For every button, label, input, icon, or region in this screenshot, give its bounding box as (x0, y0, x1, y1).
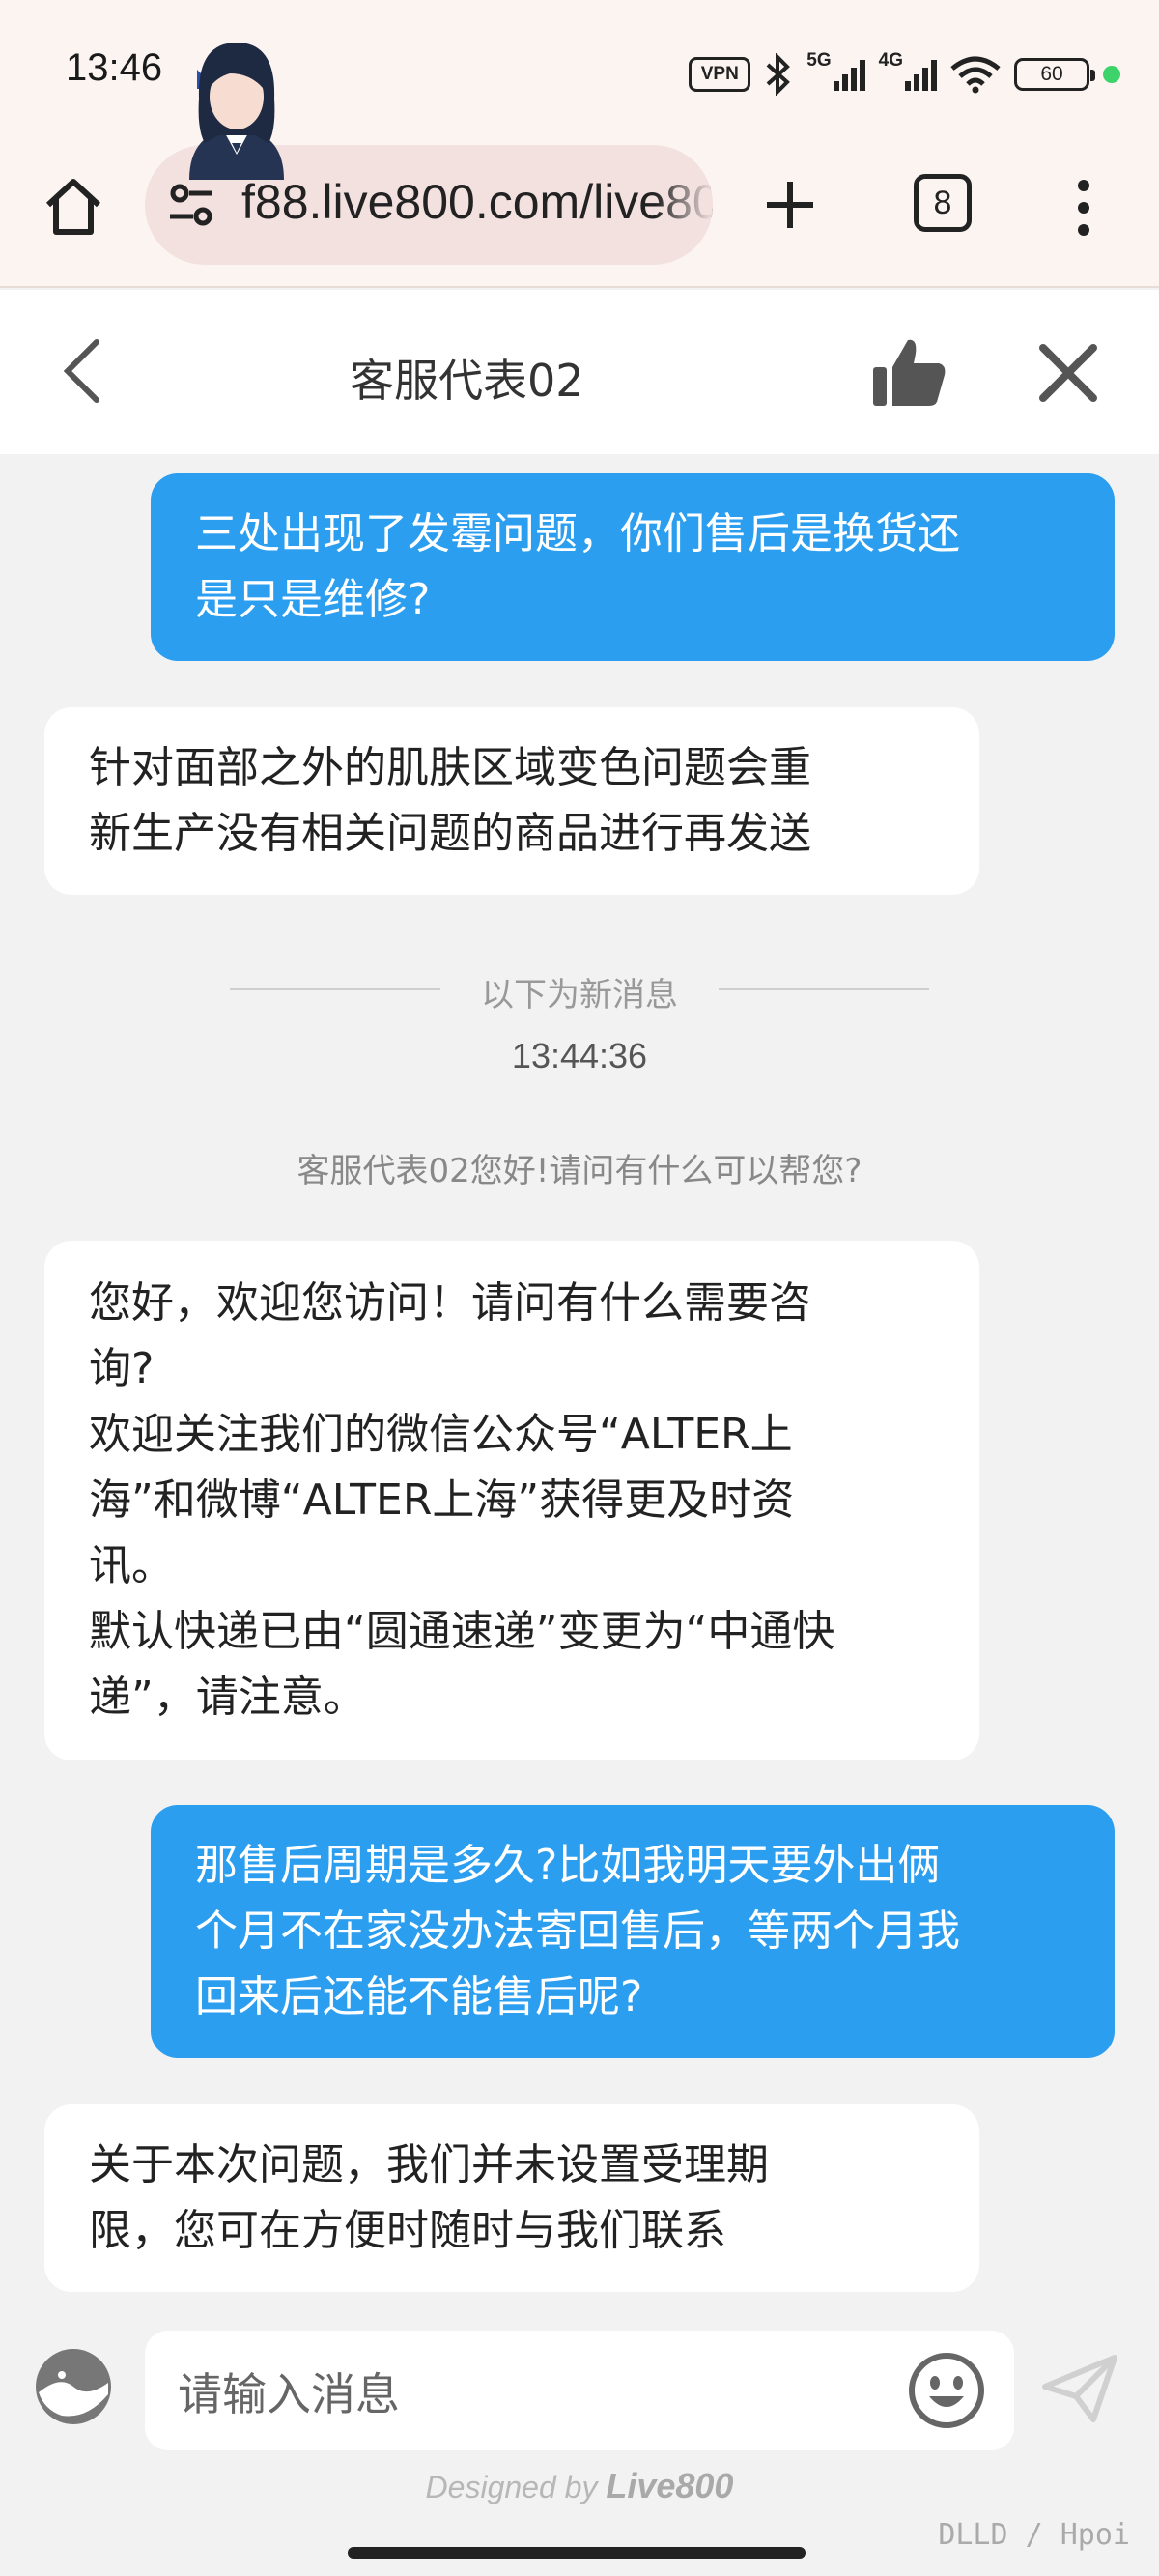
back-icon[interactable] (54, 332, 112, 410)
battery-icon: 60 (1014, 58, 1095, 91)
user-message-bubble: 那售后周期是多久?比如我明天要外出俩 个月不在家没办法寄回售后，等两个月我 回来… (151, 1805, 1115, 2058)
clock: 13:46 (66, 46, 163, 89)
agent-name: 客服代表02 (350, 355, 584, 407)
user-message-bubble: 三处出现了发霉问题，你们售后是换货还 是只是维修? (151, 473, 1115, 661)
new-messages-divider: 以下为新消息 (230, 964, 929, 1015)
home-icon[interactable] (39, 172, 108, 242)
thumbs-up-icon[interactable] (869, 332, 948, 412)
message-input[interactable]: 请输入消息 (145, 2331, 1014, 2450)
tune-icon[interactable] (166, 180, 216, 230)
smiley-icon[interactable] (906, 2350, 987, 2431)
wifi-icon (950, 56, 1001, 94)
agent-message-bubble: 您好，欢迎您访问！请问有什么需要咨 询? 欢迎关注我们的微信公众号“ALTER上… (44, 1241, 979, 1760)
emoji-icon[interactable] (33, 2346, 114, 2427)
signal-5g-icon: 5G (806, 50, 865, 91)
signal-4g-icon: 4G (879, 50, 937, 91)
message-input-bar: 请输入消息 (0, 2300, 1159, 2479)
home-indicator[interactable] (348, 2547, 806, 2559)
agent-message-bubble: 针对面部之外的肌肤区域变色问题会重 新生产没有相关问题的商品进行再发送 (44, 707, 979, 895)
message-input-placeholder: 请输入消息 (178, 2368, 400, 2420)
watermark: DLLD / Hpoi (938, 2518, 1130, 2552)
chat-header: 客服代表02 (0, 290, 1159, 454)
vpn-icon: VPN (689, 57, 751, 92)
privacy-indicator-dot (1103, 66, 1120, 83)
agent-avatar (189, 43, 284, 180)
system-greeting: 客服代表02您好!请问有什么可以帮您? (297, 1152, 862, 1190)
agent-message-bubble: 关于本次问题，我们并未设置受理期 限，您可在方便时随时与我们联系 (44, 2104, 979, 2292)
url-text[interactable]: f88.live800.com/live800 (241, 174, 713, 230)
plus-icon[interactable] (755, 170, 825, 240)
message-timestamp: 13:44:36 (511, 1036, 648, 1075)
tabs-icon[interactable]: 8 (914, 174, 972, 232)
more-vert-icon[interactable] (1062, 174, 1105, 242)
bluetooth-icon (766, 53, 791, 96)
close-icon[interactable] (1033, 338, 1103, 408)
send-icon[interactable] (1039, 2348, 1120, 2429)
status-icons: VPN 5G 4G 60 (689, 50, 1120, 99)
designed-by-footer: Designed by Live800 (425, 2466, 734, 2505)
live800-logo: Live800 (606, 2466, 734, 2505)
